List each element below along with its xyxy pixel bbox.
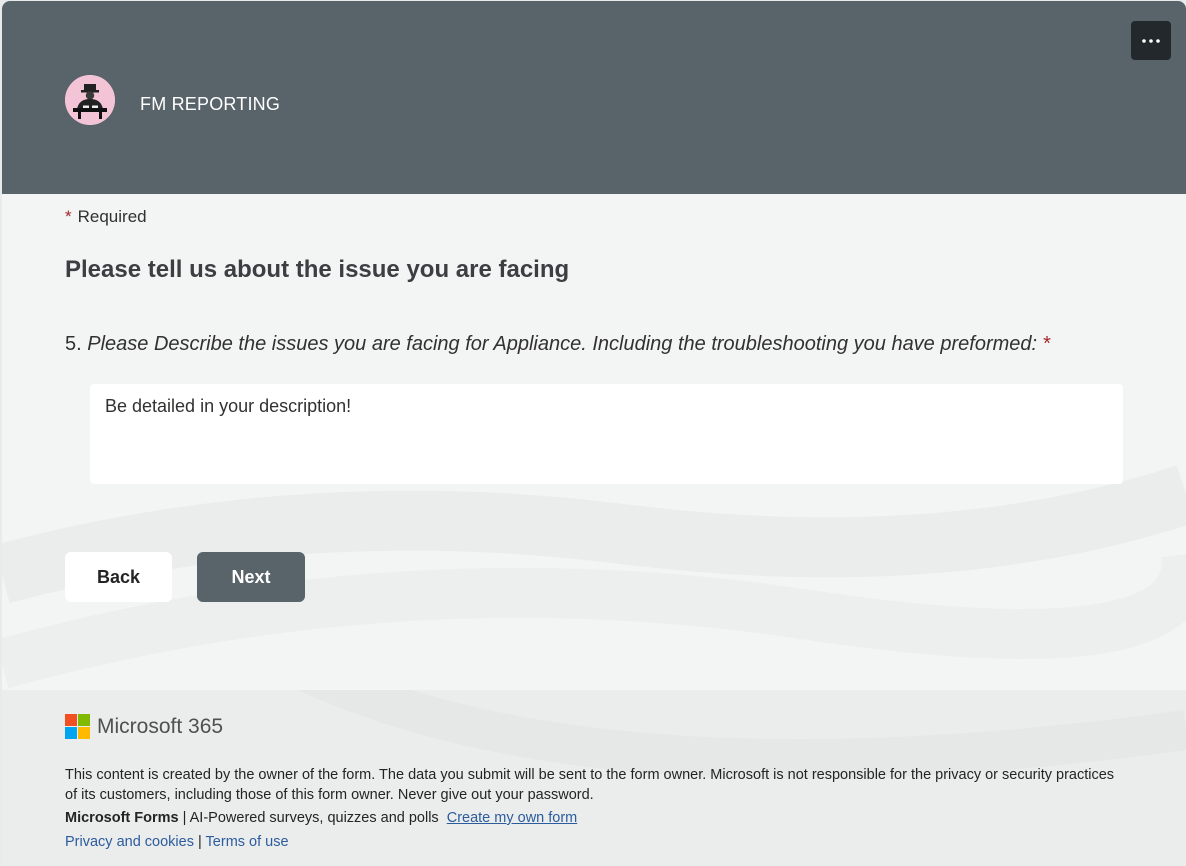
required-star: * xyxy=(65,207,72,226)
brand-name: Microsoft 365 xyxy=(97,714,224,738)
logo-square-yellow xyxy=(78,727,90,739)
form-logo xyxy=(65,75,115,125)
back-button[interactable]: Back xyxy=(65,552,172,602)
question-required-star: * xyxy=(1043,333,1051,355)
microsoft-logo-icon xyxy=(65,714,90,739)
create-my-own-form-link[interactable]: Create my own form xyxy=(447,810,578,826)
privacy-and-cookies-link[interactable]: Privacy and cookies xyxy=(65,834,194,850)
forms-tagline: AI-Powered surveys, quizzes and polls xyxy=(189,810,439,826)
ellipsis-icon xyxy=(1142,38,1160,43)
person-at-desk-icon xyxy=(65,75,115,125)
microsoft-forms-line: Microsoft Forms | AI-Powered surveys, qu… xyxy=(65,810,577,826)
form-title: FM REPORTING xyxy=(140,94,281,114)
forms-separator: | xyxy=(182,810,187,826)
form-header: FM REPORTING xyxy=(2,1,1186,194)
question-5: 5. Please Describe the issues you are fa… xyxy=(65,333,1051,356)
next-button[interactable]: Next xyxy=(197,552,305,602)
question-number: 5. xyxy=(65,333,82,355)
question-text: Please Describe the issues you are facin… xyxy=(87,333,1038,355)
form-page: FM REPORTING * Required Please tell us ab… xyxy=(2,1,1186,866)
required-label: Required xyxy=(77,207,147,226)
disclaimer-text: This content is created by the owner of … xyxy=(65,767,1115,803)
microsoft-365-logo: Microsoft 365 xyxy=(65,714,223,739)
answer-textarea[interactable]: Be detailed in your description! xyxy=(90,384,1123,484)
forms-name: Microsoft Forms xyxy=(65,810,179,826)
required-indicator: * Required xyxy=(65,207,147,227)
section-title: Please tell us about the issue you are f… xyxy=(65,256,570,283)
links-separator: | xyxy=(197,834,202,850)
footer-links: Privacy and cookies | Terms of use xyxy=(65,834,289,850)
logo-square-green xyxy=(78,714,90,726)
logo-square-red xyxy=(65,714,77,726)
logo-square-blue xyxy=(65,727,77,739)
more-options-button[interactable] xyxy=(1131,21,1171,60)
terms-of-use-link[interactable]: Terms of use xyxy=(206,834,289,850)
